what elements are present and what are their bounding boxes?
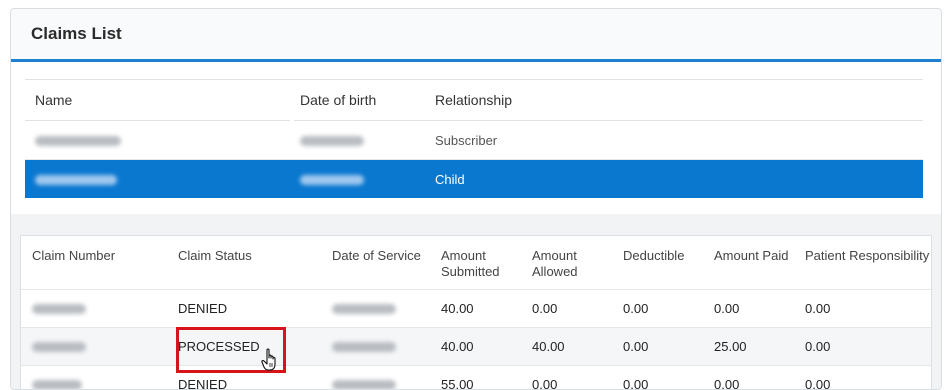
date-of-service-redacted bbox=[321, 301, 430, 317]
deductible: 0.00 bbox=[612, 301, 703, 317]
header-relationship[interactable]: Relationship bbox=[425, 92, 512, 108]
panel-header: Claims List bbox=[11, 9, 941, 62]
header-amount-allowed[interactable]: Amount Allowed bbox=[521, 248, 612, 280]
claim-row[interactable]: DENIED 55.00 0.00 0.00 0.00 0.00 bbox=[21, 366, 931, 390]
amount-submitted: 40.00 bbox=[430, 339, 521, 355]
member-dob-redacted bbox=[290, 172, 425, 187]
deductible: 0.00 bbox=[612, 339, 703, 355]
member-relationship: Subscriber bbox=[425, 133, 497, 148]
amount-submitted: 55.00 bbox=[430, 377, 521, 390]
page-title: Claims List bbox=[31, 24, 122, 44]
member-dob-redacted bbox=[290, 133, 425, 148]
amount-paid: 0.00 bbox=[703, 301, 794, 317]
member-relationship: Child bbox=[425, 172, 465, 187]
patient-responsibility: 0.00 bbox=[794, 377, 931, 390]
header-deductible[interactable]: Deductible bbox=[612, 248, 703, 264]
amount-allowed: 40.00 bbox=[521, 339, 612, 355]
claim-number-redacted bbox=[21, 339, 167, 355]
hand-pointer-icon bbox=[261, 348, 281, 372]
claims-header-row: Claim Number Claim Status Date of Servic… bbox=[21, 236, 931, 290]
header-name[interactable]: Name bbox=[25, 92, 290, 108]
claim-row[interactable]: PROCESSED 40.00 40.00 0.00 25.00 0.00 bbox=[21, 328, 931, 366]
claim-number-redacted bbox=[21, 301, 167, 317]
claim-row[interactable]: DENIED 40.00 0.00 0.00 0.00 0.00 bbox=[21, 290, 931, 328]
amount-submitted: 40.00 bbox=[430, 301, 521, 317]
claims-panel: Claims List Name Date of birth Relations… bbox=[10, 8, 942, 390]
header-claim-number[interactable]: Claim Number bbox=[21, 248, 167, 264]
amount-allowed: 0.00 bbox=[521, 377, 612, 390]
member-name-redacted bbox=[25, 172, 290, 187]
claim-status: DENIED bbox=[167, 377, 321, 390]
header-amount-submitted[interactable]: Amount Submitted bbox=[430, 248, 521, 280]
members-header-row: Name Date of birth Relationship bbox=[25, 79, 923, 121]
patient-responsibility: 0.00 bbox=[794, 301, 931, 317]
deductible: 0.00 bbox=[612, 377, 703, 390]
claims-table: Claim Number Claim Status Date of Servic… bbox=[20, 235, 932, 390]
header-amount-paid[interactable]: Amount Paid bbox=[703, 248, 794, 264]
amount-paid: 0.00 bbox=[703, 377, 794, 390]
patient-responsibility: 0.00 bbox=[794, 339, 931, 355]
header-dob[interactable]: Date of birth bbox=[290, 92, 425, 108]
claim-status: DENIED bbox=[167, 301, 321, 317]
member-row-child-selected[interactable]: Child bbox=[25, 160, 923, 198]
date-of-service-redacted bbox=[321, 339, 430, 355]
claim-status[interactable]: PROCESSED bbox=[167, 339, 321, 355]
date-of-service-redacted bbox=[321, 377, 430, 390]
header-patient-responsibility[interactable]: Patient Responsibility bbox=[794, 248, 931, 264]
members-table: Name Date of birth Relationship Subscrib… bbox=[25, 79, 923, 198]
claim-number-redacted bbox=[21, 377, 167, 390]
member-row-subscriber[interactable]: Subscriber bbox=[25, 121, 923, 160]
member-name-redacted bbox=[25, 133, 290, 148]
amount-paid: 25.00 bbox=[703, 339, 794, 355]
amount-allowed: 0.00 bbox=[521, 301, 612, 317]
header-claim-status[interactable]: Claim Status bbox=[167, 248, 321, 264]
header-date-of-service[interactable]: Date of Service bbox=[321, 248, 430, 264]
